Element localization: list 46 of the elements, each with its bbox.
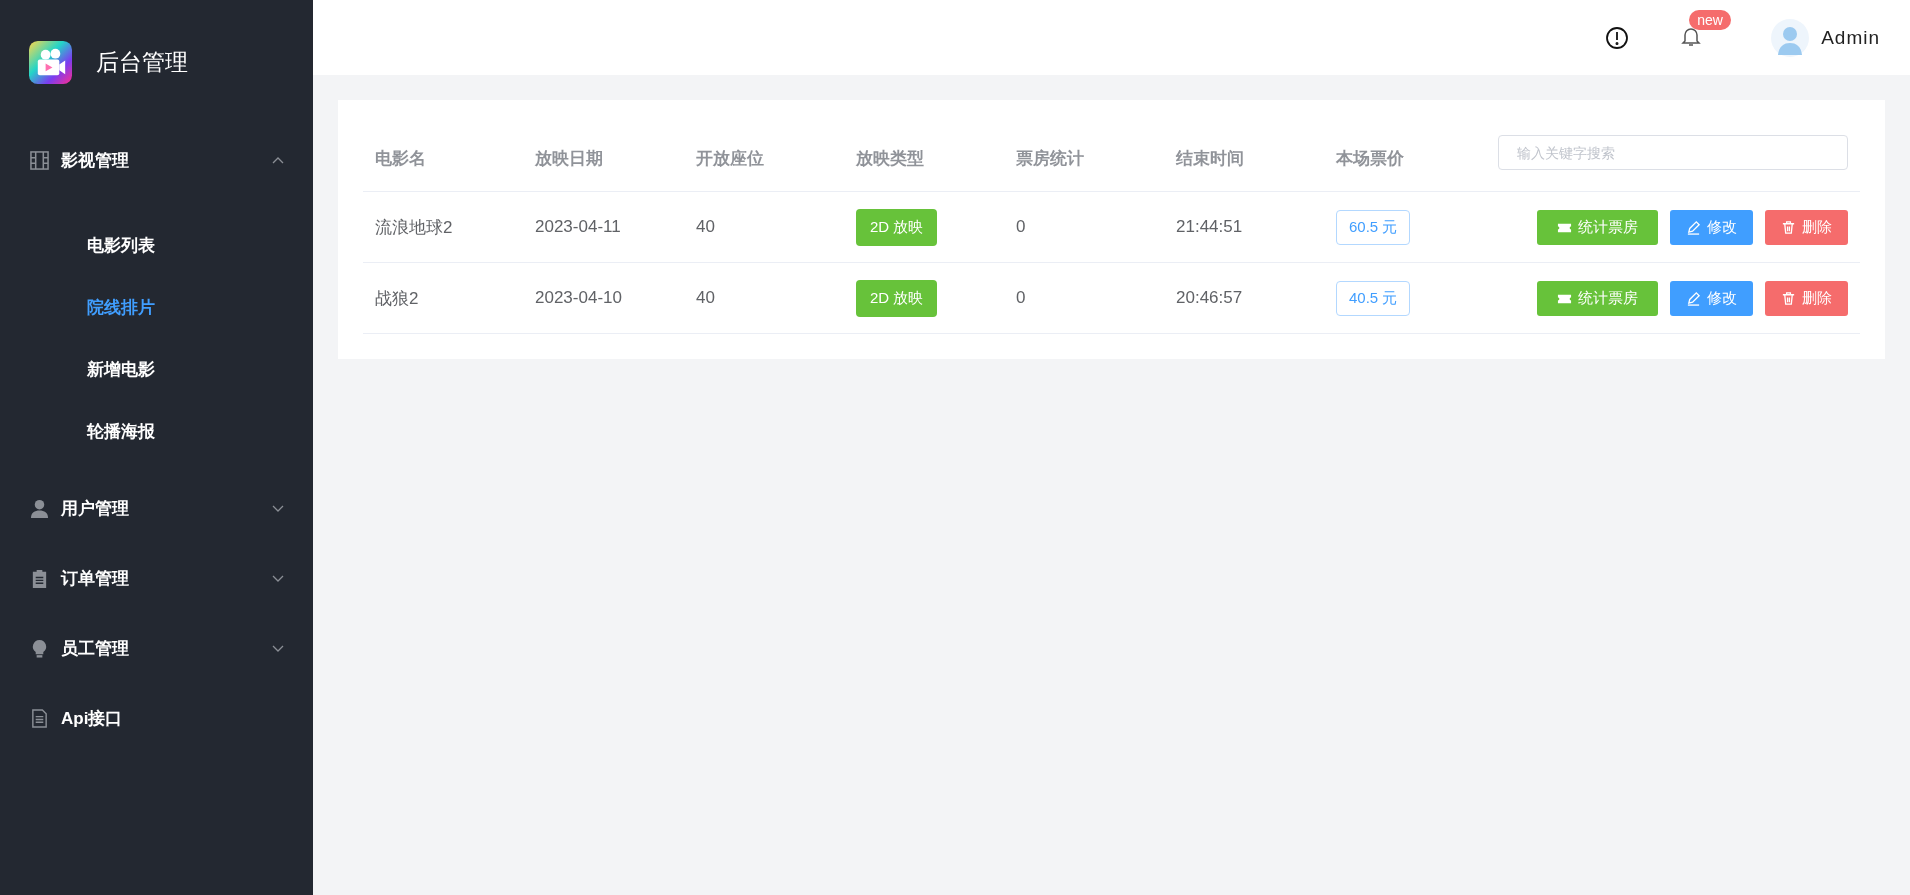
type-tag: 2D 放映 (856, 208, 938, 246)
person-icon (30, 498, 49, 518)
menu-item[interactable]: 影视管理 (0, 125, 313, 195)
logo-icon (29, 41, 72, 84)
table-cell-text: 21:44:51 (1176, 217, 1244, 237)
alert-icon (1605, 25, 1630, 50)
submenu-item[interactable]: 电影列表 (0, 215, 313, 277)
document-icon (30, 708, 49, 728)
price-tag: 40.5 元 (1336, 280, 1411, 316)
menu-item[interactable]: 员工管理 (0, 613, 313, 683)
type-tag: 2D 放映 (856, 279, 938, 317)
column-header: 开放座位 (696, 148, 765, 170)
column-header: 票房统计 (1016, 148, 1085, 170)
table-cell-text: 2023-04-10 (535, 288, 623, 308)
trash-icon (1781, 219, 1796, 235)
app-title: 后台管理 (96, 48, 188, 77)
column-header: 结束时间 (1176, 148, 1245, 170)
submenu-item[interactable]: 院线排片 (0, 277, 313, 339)
table-cell-text: 20:46:57 (1176, 288, 1244, 308)
avatar-icon (1771, 18, 1810, 57)
table-cell-text: 战狼2 (375, 287, 420, 310)
table-cell-text: 0 (1016, 217, 1027, 237)
table-cell-text: 0 (1016, 288, 1027, 308)
table-cell-text: 流浪地球2 (375, 216, 454, 239)
pencil-icon (1686, 219, 1701, 235)
table-cell-text: 40 (696, 217, 716, 237)
table-cell-text: 2023-04-11 (535, 217, 622, 237)
menu-item[interactable]: 订单管理 (0, 543, 313, 613)
table-cell-text: 40 (696, 288, 716, 308)
menu-item[interactable]: 用户管理 (0, 473, 313, 543)
price-tag: 60.5 元 (1336, 209, 1411, 245)
menu-item[interactable]: Api接口 (0, 683, 313, 753)
column-header: 电影名 (375, 148, 427, 170)
user-name: Admin (1821, 26, 1880, 49)
trash-icon (1781, 290, 1796, 306)
column-header: 本场票价 (1336, 148, 1405, 170)
column-header: 放映日期 (535, 148, 604, 170)
submenu-item[interactable]: 新增电影 (0, 339, 313, 401)
notification-badge: new (1689, 9, 1731, 30)
search-field[interactable]: 输入关键字搜索 (1498, 135, 1848, 170)
clipboard-icon (30, 568, 49, 588)
column-header: 放映类型 (856, 148, 925, 170)
grid-icon (30, 150, 49, 170)
bulb-icon (30, 638, 49, 658)
pencil-icon (1686, 290, 1701, 306)
submenu-item[interactable]: 轮播海报 (0, 401, 313, 463)
